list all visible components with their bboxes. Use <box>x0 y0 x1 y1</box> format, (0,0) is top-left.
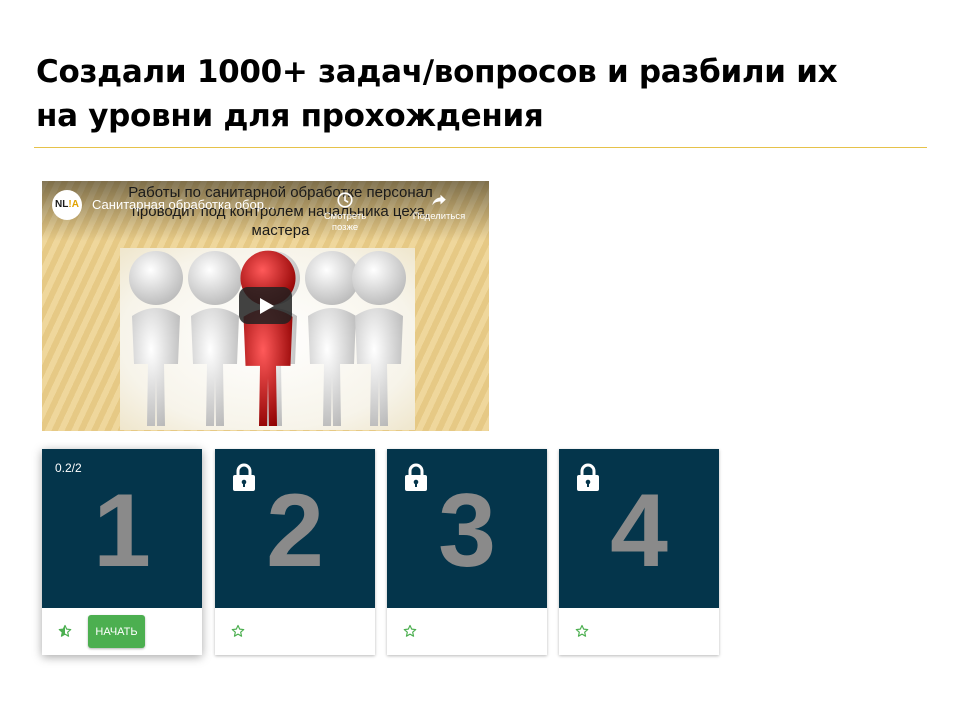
slide-title-line-1: Создали 1000+ задач/вопросов и разбили и… <box>36 54 838 90</box>
slide-title-line-2: на уровни для прохождения <box>36 98 544 134</box>
level-card-footer: НАЧАТЬ <box>42 608 202 655</box>
watch-later-label: Смотреть позже <box>323 211 367 233</box>
share-arrow-icon <box>432 194 446 206</box>
channel-logo[interactable]: NL!A <box>52 190 82 220</box>
video-slide-text-line-3: мастера <box>251 222 310 239</box>
video-title[interactable]: Санитарная обработка обор... <box>92 197 275 212</box>
person-figure-4 <box>305 251 359 426</box>
star-half-icon <box>58 624 72 637</box>
level-card-header: 4 <box>559 449 719 608</box>
star-outline-icon <box>403 624 417 637</box>
level-number: 4 <box>610 473 668 589</box>
channel-logo-text: NL <box>55 199 69 210</box>
person-figure-5 <box>352 251 406 426</box>
level-card-header: 3 <box>387 449 547 608</box>
person-figure-1 <box>129 251 183 426</box>
clock-icon <box>337 192 353 208</box>
star-outline-icon <box>575 624 589 637</box>
watch-later-button[interactable]: Смотреть позже <box>310 191 380 233</box>
slide-title: Создали 1000+ задач/вопросов и разбили и… <box>36 50 916 138</box>
level-number: 3 <box>438 473 496 589</box>
channel-logo-accent: !A <box>68 199 79 210</box>
level-number: 1 <box>93 473 151 589</box>
level-card-1[interactable]: 0.2/2 1 НАЧАТЬ <box>42 449 202 655</box>
level-card-footer <box>215 608 375 655</box>
video-player[interactable]: Работы по санитарной обработке персонал … <box>42 181 489 431</box>
title-divider <box>34 147 927 148</box>
share-label: Поделиться <box>412 211 466 222</box>
level-card-header: 0.2/2 1 <box>42 449 202 608</box>
people-illustration <box>129 250 406 426</box>
video-illustration <box>120 248 415 430</box>
level-card-footer <box>559 608 719 655</box>
star-outline-icon <box>231 624 245 637</box>
level-card-4[interactable]: 4 <box>559 449 719 655</box>
person-figure-2 <box>188 251 242 426</box>
play-button[interactable] <box>239 287 292 324</box>
level-card-2[interactable]: 2 <box>215 449 375 655</box>
level-number: 2 <box>266 473 324 589</box>
share-button[interactable]: Поделиться <box>404 191 474 222</box>
level-card-3[interactable]: 3 <box>387 449 547 655</box>
level-card-header: 2 <box>215 449 375 608</box>
level-card-footer <box>387 608 547 655</box>
start-button[interactable]: НАЧАТЬ <box>88 615 145 648</box>
